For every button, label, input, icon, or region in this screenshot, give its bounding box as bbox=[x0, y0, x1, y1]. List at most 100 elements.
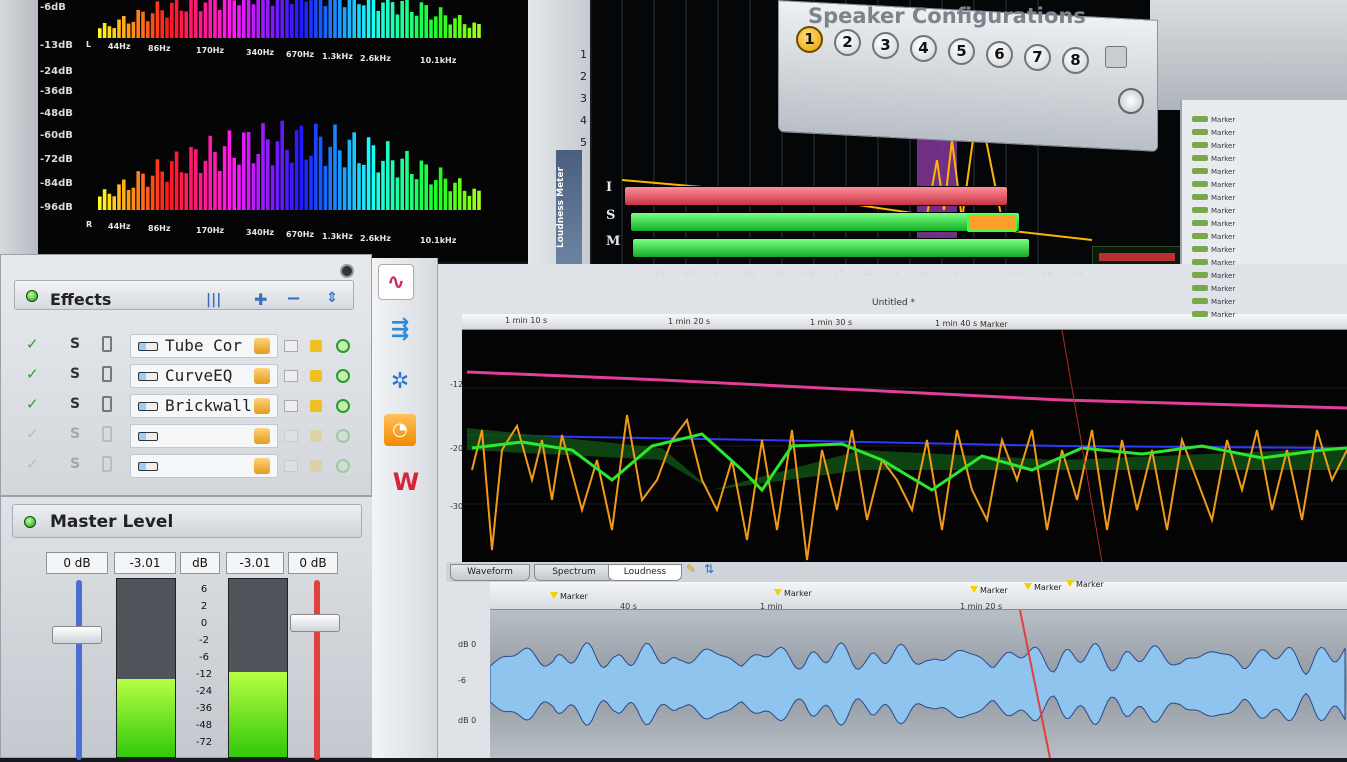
pencil-icon[interactable]: ✎ bbox=[686, 562, 696, 576]
speaker-config-button-3[interactable]: 3 bbox=[872, 32, 899, 59]
marker-list-item[interactable]: Marker bbox=[1192, 168, 1235, 176]
effect-enabled-check[interactable]: ✓ bbox=[26, 425, 39, 443]
power-icon[interactable] bbox=[336, 339, 350, 353]
marker-color-swatch bbox=[1192, 259, 1208, 265]
waveform-marker[interactable]: Marker bbox=[1024, 583, 1062, 592]
effect-edit-icon[interactable] bbox=[254, 398, 270, 414]
power-icon[interactable] bbox=[336, 459, 350, 473]
lock-icon[interactable] bbox=[310, 430, 322, 442]
tab-loudness[interactable]: Loudness bbox=[608, 564, 682, 581]
speaker-icon[interactable] bbox=[1105, 46, 1127, 68]
effect-solo-button[interactable]: S bbox=[70, 396, 80, 412]
effect-solo-button[interactable]: S bbox=[70, 366, 80, 382]
marker-list-item[interactable]: Marker bbox=[1192, 116, 1235, 124]
effect-solo-button[interactable]: S bbox=[70, 336, 80, 352]
waveform-marker[interactable]: Marker bbox=[1066, 580, 1104, 589]
speaker-config-button-6[interactable]: 6 bbox=[986, 41, 1013, 68]
lock-icon[interactable] bbox=[310, 460, 322, 472]
remove-effect-icon[interactable]: − bbox=[286, 288, 301, 309]
speaker-config-button-7[interactable]: 7 bbox=[1024, 44, 1051, 71]
waveform-marker[interactable]: Marker bbox=[970, 586, 1008, 595]
marker-list-item[interactable]: Marker bbox=[1192, 285, 1235, 293]
effect-solo-button[interactable]: S bbox=[70, 456, 80, 472]
speaker-config-button-1[interactable]: 1 bbox=[796, 26, 823, 53]
effect-window-icon[interactable] bbox=[284, 400, 298, 412]
waveform-marker[interactable]: Marker bbox=[550, 592, 588, 601]
speaker-config-button-5[interactable]: 5 bbox=[948, 38, 975, 65]
effect-solo-button[interactable]: S bbox=[70, 426, 80, 442]
effect-bypass-toggle[interactable] bbox=[102, 396, 112, 412]
spectrum-bar bbox=[462, 190, 467, 210]
effect-enabled-check[interactable]: ✓ bbox=[26, 365, 39, 383]
effect-enabled-check[interactable]: ✓ bbox=[26, 395, 39, 413]
settings-knob-icon[interactable] bbox=[1118, 88, 1144, 114]
spectrum-bar bbox=[290, 162, 294, 210]
tab-spectrum[interactable]: Spectrum bbox=[534, 564, 614, 581]
reorder-icon[interactable]: ⇕ bbox=[326, 290, 338, 306]
lock-icon[interactable] bbox=[310, 370, 322, 382]
marker-list-item[interactable]: Marker bbox=[1192, 142, 1235, 150]
marker-list-item[interactable]: Marker bbox=[1192, 233, 1235, 241]
marker-list-item[interactable]: Marker bbox=[1192, 194, 1235, 202]
power-icon[interactable] bbox=[336, 399, 350, 413]
master-power-led[interactable] bbox=[24, 516, 36, 528]
marker-list-item[interactable]: Marker bbox=[1192, 259, 1235, 267]
marker-list-item[interactable]: Marker bbox=[1192, 220, 1235, 228]
close-icon[interactable] bbox=[340, 264, 354, 278]
preset-number[interactable]: 1 bbox=[580, 48, 587, 61]
marker-list-item[interactable]: Marker bbox=[1192, 129, 1235, 137]
waveform-tool-icon[interactable]: ∿ bbox=[378, 264, 414, 300]
speaker-config-button-8[interactable]: 8 bbox=[1062, 47, 1089, 74]
effect-edit-icon[interactable] bbox=[254, 368, 270, 384]
effect-enabled-check[interactable]: ✓ bbox=[26, 335, 39, 353]
marker-list-item[interactable]: Marker bbox=[1192, 207, 1235, 215]
marker-list-item[interactable]: Marker bbox=[1192, 246, 1235, 254]
effect-edit-icon[interactable] bbox=[254, 338, 270, 354]
tab-waveform[interactable]: Waveform bbox=[450, 564, 530, 581]
preset-number[interactable]: 3 bbox=[580, 92, 587, 105]
lock-icon[interactable] bbox=[310, 340, 322, 352]
left-fader-track[interactable] bbox=[76, 580, 82, 760]
lock-icon[interactable] bbox=[310, 400, 322, 412]
effect-enabled-check[interactable]: ✓ bbox=[26, 455, 39, 473]
marker-label: Marker bbox=[1211, 298, 1236, 306]
columns-icon[interactable]: ||| bbox=[206, 292, 221, 308]
speaker-config-button-4[interactable]: 4 bbox=[910, 35, 937, 62]
marker-flag-icon bbox=[970, 586, 978, 593]
effect-window-icon[interactable] bbox=[284, 370, 298, 382]
effect-bypass-toggle[interactable] bbox=[102, 366, 112, 382]
effect-window-icon[interactable] bbox=[284, 430, 298, 442]
sort-icon[interactable]: ⇅ bbox=[704, 562, 714, 576]
effect-bypass-toggle[interactable] bbox=[102, 426, 112, 442]
effect-bypass-toggle[interactable] bbox=[102, 456, 112, 472]
wavelab-logo-icon[interactable]: W bbox=[388, 464, 424, 500]
marker-list-item[interactable]: Marker bbox=[1192, 181, 1235, 189]
effect-bypass-toggle[interactable] bbox=[102, 336, 112, 352]
preset-number[interactable]: 2 bbox=[580, 70, 587, 83]
effect-window-icon[interactable] bbox=[284, 460, 298, 472]
multitrack-tool-icon[interactable]: ⇶ bbox=[382, 312, 418, 348]
loudness-graph[interactable] bbox=[462, 329, 1347, 563]
preset-number[interactable]: 5 bbox=[580, 136, 587, 149]
marker-list-item[interactable]: Marker bbox=[1192, 298, 1235, 306]
right-fader-handle[interactable] bbox=[290, 614, 340, 632]
rss-icon[interactable]: ◔ bbox=[384, 414, 416, 446]
speaker-config-button-2[interactable]: 2 bbox=[834, 29, 861, 56]
left-fader-handle[interactable] bbox=[52, 626, 102, 644]
power-icon[interactable] bbox=[336, 369, 350, 383]
preset-number[interactable]: 4 bbox=[580, 114, 587, 127]
effect-edit-icon[interactable] bbox=[254, 458, 270, 474]
power-icon[interactable] bbox=[336, 429, 350, 443]
right-fader-track[interactable] bbox=[314, 580, 320, 760]
marker-list-item[interactable]: Marker bbox=[1192, 155, 1235, 163]
effects-power-led[interactable] bbox=[26, 290, 38, 302]
timeline-ruler-bottom[interactable] bbox=[490, 582, 1347, 610]
network-tool-icon[interactable]: ✲ bbox=[382, 364, 418, 400]
marker-list-item[interactable]: Marker bbox=[1192, 272, 1235, 280]
marker-list-item[interactable]: Marker bbox=[1192, 311, 1235, 319]
waveform-display[interactable] bbox=[489, 609, 1347, 759]
effect-window-icon[interactable] bbox=[284, 340, 298, 352]
effect-edit-icon[interactable] bbox=[254, 428, 270, 444]
add-effect-icon[interactable]: ✚ bbox=[254, 290, 267, 309]
waveform-marker[interactable]: Marker bbox=[774, 589, 812, 598]
